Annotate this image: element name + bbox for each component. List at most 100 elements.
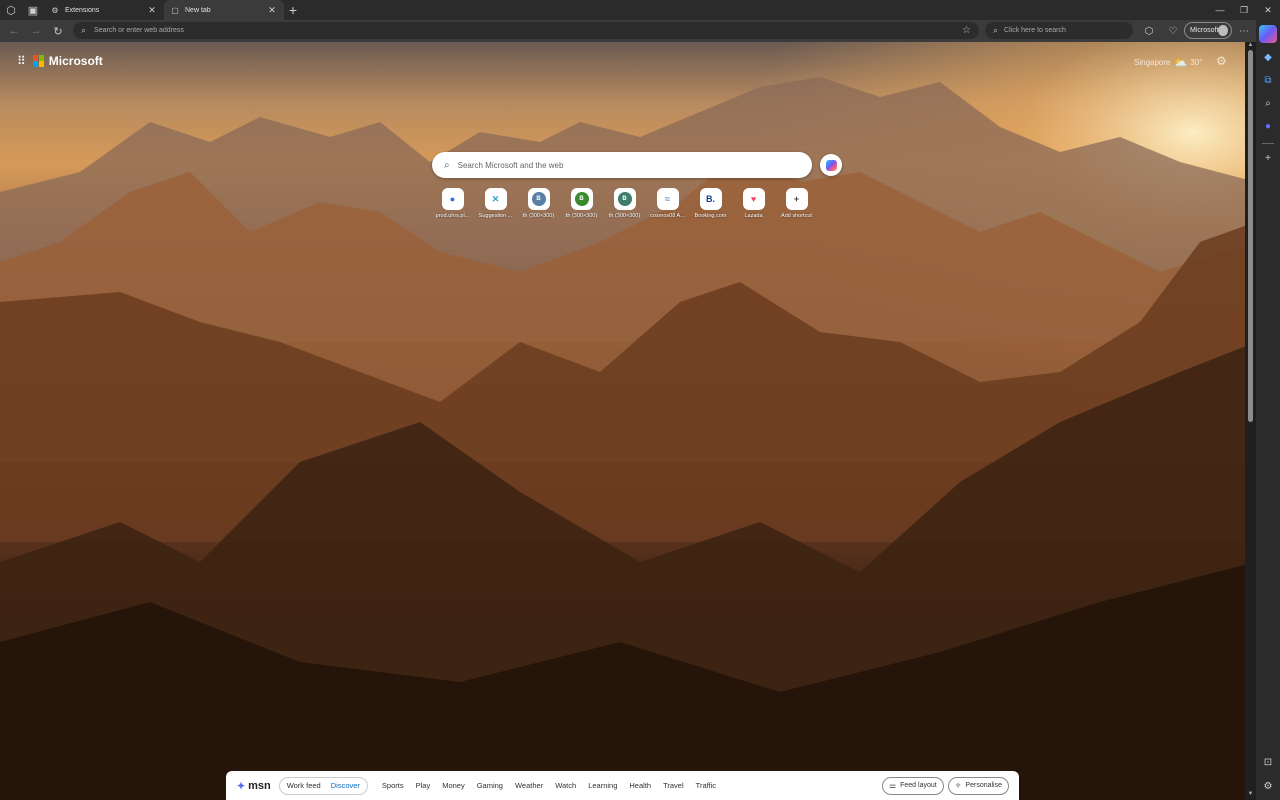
favorite-star-icon[interactable]: ☆ (962, 25, 971, 36)
shortcut-label: Booking.com (694, 213, 727, 219)
nav-link-sports[interactable]: Sports (382, 781, 404, 790)
shortcut-glyph: ✕ (491, 193, 500, 204)
new-tab-button[interactable]: + (284, 0, 302, 20)
shortcut-tile[interactable]: ♥ Lazada (732, 188, 775, 219)
copilot-icon[interactable] (1259, 25, 1277, 43)
puzzle-icon: ⚙ (51, 5, 59, 15)
extensions-icon[interactable]: ⬡ (1140, 22, 1158, 40)
web-search-placeholder: Click here to search (1004, 27, 1066, 34)
settings-icon[interactable]: ⚙ (1259, 777, 1277, 795)
personalise-button[interactable]: ✧ Personalise (947, 776, 1009, 795)
msn-actions: ⚌ Feed layout ✧ Personalise (878, 776, 1009, 795)
shopping-icon[interactable]: ◆ (1259, 48, 1277, 66)
tab-work-feed[interactable]: Work feed (282, 781, 326, 790)
shortcut-glyph: B. (706, 194, 715, 204)
window-controls: — ❐ ✕ (1208, 0, 1280, 20)
shortcut-glyph: B (617, 192, 632, 206)
tab-actions-icon[interactable]: ▣ (22, 0, 44, 20)
search-icon[interactable]: ⌕ (1259, 94, 1277, 112)
back-icon[interactable]: ← (3, 20, 25, 42)
msn-logo[interactable]: ✦ msn (236, 779, 271, 793)
shortcut-tile[interactable]: Bth (300×300) (517, 188, 560, 219)
brand-name[interactable]: Microsoft (49, 54, 103, 68)
browser-essentials-icon[interactable]: ♡ (1164, 22, 1182, 40)
app-launcher-icon[interactable]: ⠿ (17, 54, 26, 68)
main-search-box[interactable]: ⌕ Search Microsoft and the web (432, 152, 812, 178)
nav-link-travel[interactable]: Travel (663, 781, 684, 790)
nav-link-gaming[interactable]: Gaming (477, 781, 503, 790)
tab-label: New tab (185, 6, 211, 14)
edge-sidebar: ◆ ⧉ ⌕ ● + ⊡ ⚙ (1256, 20, 1280, 800)
weather-widget[interactable]: Singapore ⛅ 30° (1134, 56, 1202, 69)
address-bar[interactable]: ⌕ Search or enter web address ☆ (73, 22, 979, 39)
shortcut-label: th (300×300) (608, 213, 641, 219)
scrollbar-thumb[interactable] (1248, 50, 1253, 422)
tools-icon[interactable]: ● (1259, 117, 1277, 135)
close-icon[interactable]: ✕ (266, 5, 278, 16)
shortcut-icon: B (570, 188, 593, 210)
sparkle-icon: ✧ (954, 781, 962, 790)
tab-extensions[interactable]: ⚙ Extensions ✕ (44, 0, 164, 20)
close-icon[interactable]: ✕ (146, 5, 158, 16)
workspaces-icon[interactable]: ⬡ (0, 0, 22, 20)
butterfly-icon: ✦ (236, 778, 247, 793)
refresh-icon[interactable]: ↻ (47, 20, 69, 42)
scroll-down-icon[interactable]: ▼ (1245, 791, 1256, 797)
nav-link-watch[interactable]: Watch (555, 781, 576, 790)
shortcut-glyph: B (574, 192, 589, 206)
avatar (1218, 25, 1228, 36)
shortcut-icon: ● (441, 188, 464, 210)
hide-sidebar-icon[interactable]: ⊡ (1259, 753, 1277, 771)
tab-new-tab[interactable]: ▢ New tab ✕ (164, 0, 284, 20)
microsoft-logo-icon[interactable] (32, 55, 45, 67)
nav-link-weather[interactable]: Weather (515, 781, 543, 790)
web-search-box[interactable]: ⌕ Click here to search (985, 22, 1133, 39)
translate-icon[interactable]: ⧉ (1259, 71, 1277, 89)
msn-nav: Sports Play Money Gaming Weather Watch Learnin… (376, 781, 722, 790)
page-settings-icon[interactable]: ⚙ (1216, 54, 1227, 68)
page-icon: ▢ (171, 5, 179, 15)
tab-discover[interactable]: Discover (326, 781, 365, 790)
shortcuts: ● prod.uhrs.pl... ✕ Suggestion ... Bth (300×… (431, 188, 818, 219)
feed-layout-button[interactable]: ⚌ Feed layout (881, 776, 944, 795)
shortcut-label: th (300×300) (565, 213, 598, 219)
feed-toggle: Work feed Discover (278, 776, 368, 795)
close-window-icon[interactable]: ✕ (1256, 0, 1280, 20)
weather-location: Singapore (1134, 58, 1171, 67)
shortcut-tile[interactable]: B. Booking.com (689, 188, 732, 219)
search-icon: ⌕ (444, 159, 450, 171)
scrollbar[interactable]: ▲ ▼ (1245, 42, 1256, 800)
nav-link-traffic[interactable]: Traffic (696, 781, 716, 790)
profile-label: Microsoft (1190, 27, 1219, 34)
shortcut-tile[interactable]: Bth (300×300) (560, 188, 603, 219)
more-options-icon[interactable]: ⋯ (1235, 22, 1253, 40)
nav-link-money[interactable]: Money (442, 781, 465, 790)
shortcut-tile[interactable]: Bth (300×300) (603, 188, 646, 219)
scroll-up-icon[interactable]: ▲ (1245, 42, 1256, 48)
search-placeholder: Search Microsoft and the web (457, 160, 564, 170)
shortcut-icon: ≈ (656, 188, 679, 210)
shortcut-tile[interactable]: ≈ cosmos08 A... (646, 188, 689, 219)
nav-link-play[interactable]: Play (416, 781, 431, 790)
add-icon[interactable]: + (1259, 149, 1277, 167)
add-shortcut-button[interactable]: + Add shortcut (775, 188, 818, 219)
shortcut-tile[interactable]: ● prod.uhrs.pl... (431, 188, 474, 219)
nav-link-health[interactable]: Health (629, 781, 651, 790)
shortcut-label: th (300×300) (522, 213, 555, 219)
copilot-button[interactable] (820, 154, 842, 176)
shortcut-icon: B. (699, 188, 722, 210)
profile-button[interactable]: Microsoft (1184, 22, 1232, 39)
restore-icon[interactable]: ❐ (1232, 0, 1256, 20)
shortcut-label: cosmos08 A... (650, 213, 685, 219)
personalise-label: Personalise (965, 782, 1002, 789)
forward-icon[interactable]: → (25, 20, 47, 42)
minimize-icon[interactable]: — (1208, 0, 1232, 20)
shortcut-tile[interactable]: ✕ Suggestion ... (474, 188, 517, 219)
weather-temperature: 30° (1190, 58, 1203, 67)
nav-link-learning[interactable]: Learning (588, 781, 617, 790)
feed-layout-label: Feed layout (900, 782, 937, 789)
shortcut-glyph: ≈ (665, 194, 670, 204)
copilot-icon (825, 159, 837, 171)
search-icon: ⌕ (993, 25, 999, 35)
shortcut-glyph: + (793, 194, 800, 204)
